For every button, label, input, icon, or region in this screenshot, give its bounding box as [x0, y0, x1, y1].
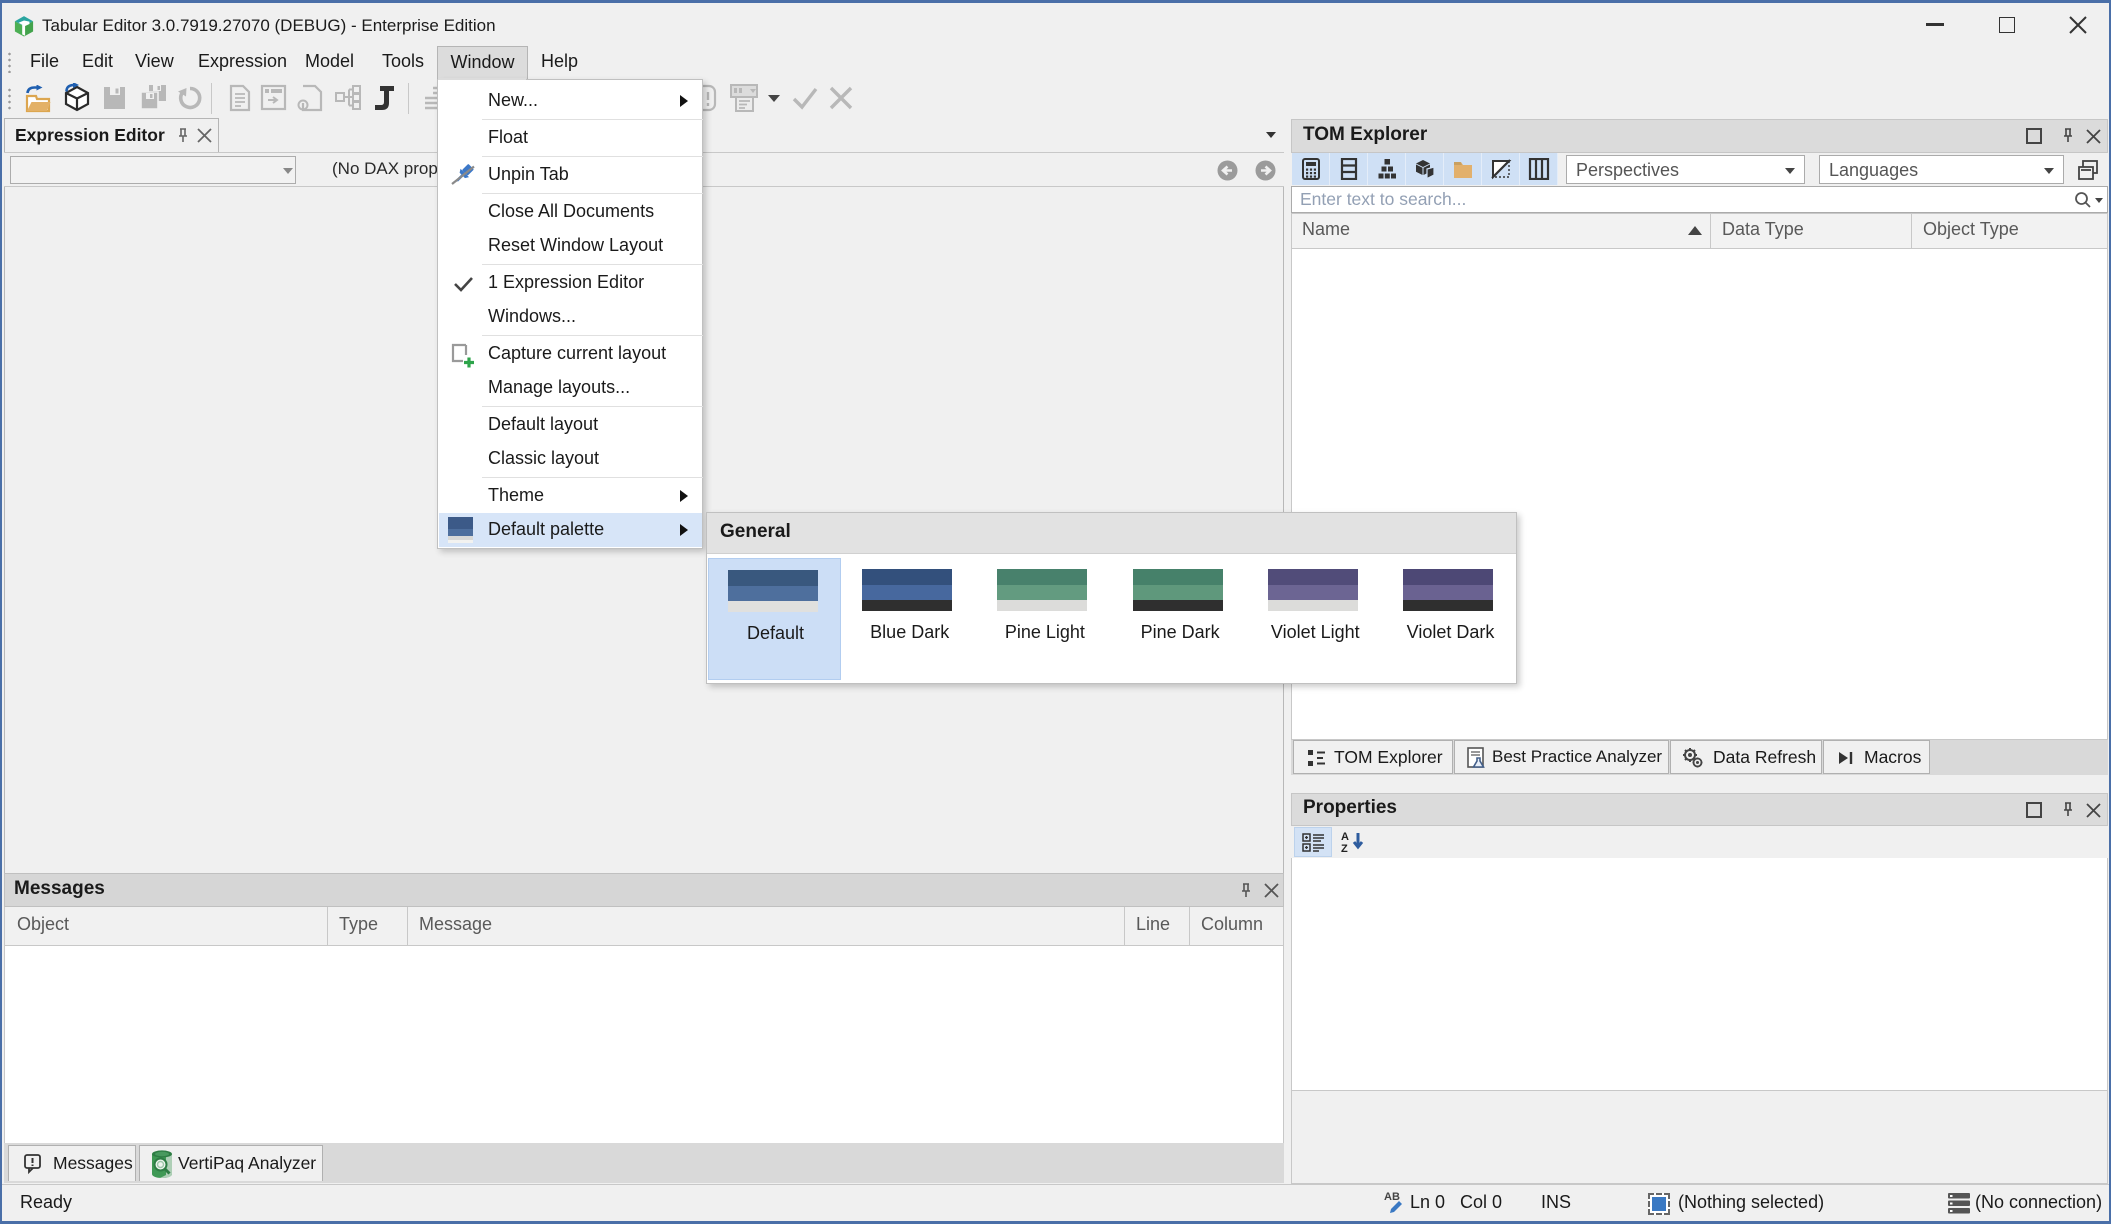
- svg-text:Z: Z: [1341, 843, 1348, 854]
- svg-text:AB: AB: [1384, 1191, 1400, 1203]
- svg-text:A: A: [1341, 831, 1349, 843]
